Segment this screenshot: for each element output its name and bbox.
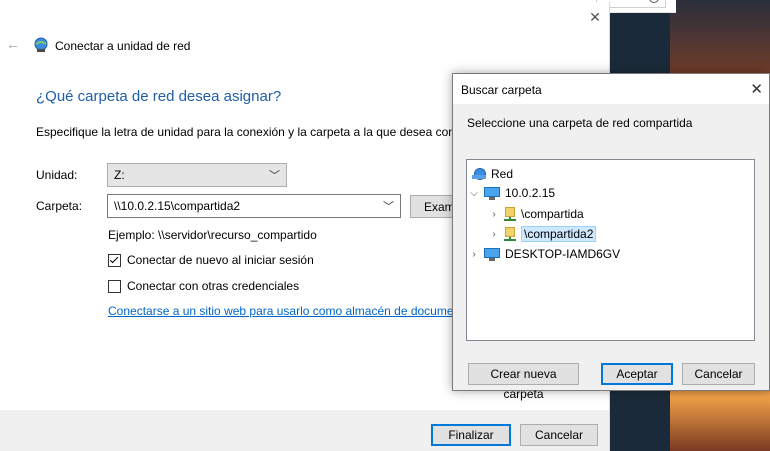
close-icon[interactable]: ✕ — [750, 80, 763, 98]
drive-letter-label: Unidad: — [36, 168, 78, 182]
cancel-button[interactable]: Cancelar — [520, 424, 598, 446]
credentials-checkbox[interactable] — [108, 279, 121, 293]
example-text: Ejemplo: \\servidor\recurso_compartido — [108, 228, 317, 242]
network-icon — [472, 168, 486, 180]
new-folder-button[interactable]: Crear nueva carpeta — [468, 363, 579, 401]
chevron-down-icon[interactable]: ﹀ — [383, 198, 394, 214]
folder-tree[interactable]: Red ⌵ 10.0.2.15 › \compartida › \compart… — [466, 159, 755, 341]
instruction-text: Especifique la letra de unidad para la c… — [36, 125, 454, 139]
folder-input-value: \\10.0.2.15\compartida2 — [114, 199, 241, 213]
reconnect-label[interactable]: Conectar de nuevo al iniciar sesión — [127, 253, 314, 267]
website-link[interactable]: Conectarse a un sitio web para usarlo co… — [108, 304, 454, 318]
tree-item-red[interactable]: Red — [472, 165, 513, 183]
tree-item-label: DESKTOP-IAMD6GV — [505, 247, 621, 261]
wizard-footer — [0, 410, 609, 451]
shared-folder-icon — [504, 207, 516, 221]
tree-item-desktop[interactable]: › DESKTOP-IAMD6GV — [469, 245, 620, 263]
folder-label: Carpeta: — [36, 199, 83, 213]
browse-folder-dialog: Buscar carpeta ✕ Seleccione una carpeta … — [452, 73, 770, 401]
tree-item-label: \compartida2 — [521, 226, 597, 242]
window-title: Conectar a unidad de red — [55, 39, 191, 53]
chevron-right-icon[interactable]: › — [489, 229, 499, 240]
reconnect-checkbox[interactable] — [108, 253, 121, 267]
drive-letter-value: Z: — [114, 168, 125, 182]
page-heading: ¿Qué carpeta de red desea asignar? — [36, 88, 282, 105]
tree-item-label: \compartida — [521, 207, 584, 221]
dialog-description: Seleccione una carpeta de red compartida — [467, 116, 693, 130]
tree-item-server[interactable]: ⌵ 10.0.2.15 — [469, 184, 555, 202]
shared-folder-icon — [504, 227, 516, 241]
dialog-cancel-button[interactable]: Cancelar — [682, 363, 755, 385]
computer-icon — [484, 186, 500, 200]
tree-item-label: Red — [491, 167, 514, 181]
finish-button[interactable]: Finalizar — [431, 424, 511, 446]
drive-letter-dropdown[interactable]: Z: ﹀ — [107, 163, 287, 187]
dialog-titlebar: Buscar carpeta ✕ — [453, 74, 769, 104]
chevron-down-icon: ﹀ — [269, 170, 280, 182]
network-drive-icon — [34, 37, 48, 52]
credentials-checkbox-row[interactable]: Conectar con otras credenciales — [108, 279, 299, 293]
dialog-title: Buscar carpeta — [461, 83, 542, 97]
close-icon[interactable]: ✕ — [585, 8, 605, 26]
computer-icon — [484, 247, 500, 261]
folder-input[interactable]: \\10.0.2.15\compartida2 ﹀ — [107, 194, 401, 218]
ok-button[interactable]: Aceptar — [601, 363, 673, 385]
back-arrow-icon[interactable]: ← — [6, 36, 20, 52]
tree-item-compartida[interactable]: › \compartida — [489, 205, 584, 223]
chevron-right-icon[interactable]: › — [489, 209, 499, 220]
tree-item-compartida2[interactable]: › \compartida2 — [489, 225, 597, 243]
chevron-right-icon[interactable]: › — [469, 249, 479, 260]
reconnect-checkbox-row[interactable]: Conectar de nuevo al iniciar sesión — [108, 253, 314, 267]
credentials-label[interactable]: Conectar con otras credenciales — [127, 279, 299, 293]
chevron-down-icon[interactable]: ⌵ — [469, 188, 479, 199]
search-icon — [649, 0, 659, 3]
tree-item-label: 10.0.2.15 — [505, 186, 556, 200]
